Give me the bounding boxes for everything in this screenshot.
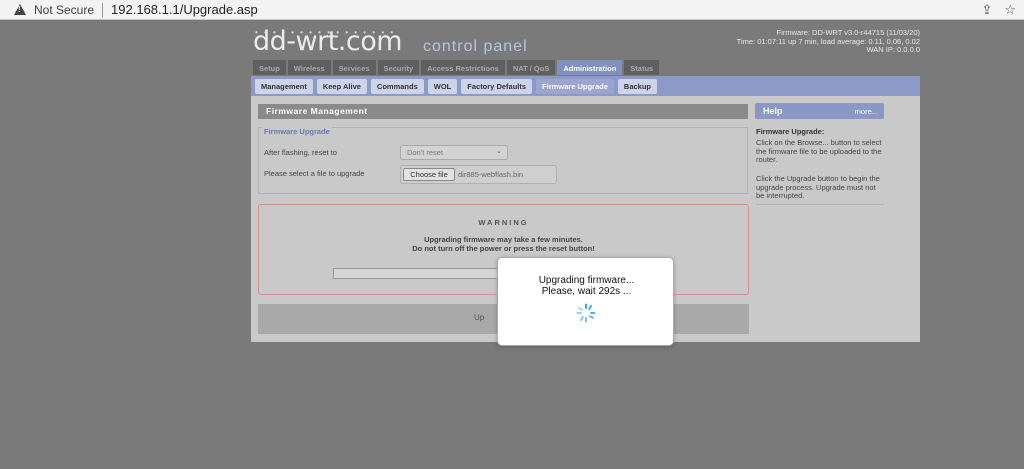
url-field[interactable]: 192.168.1.1/Upgrade.asp bbox=[111, 2, 258, 17]
firmware-info: Firmware: DD-WRT v3.0-r44715 (11/03/20) … bbox=[737, 28, 921, 55]
warning-line-2: Do not turn off the power or press the r… bbox=[412, 244, 595, 253]
modal-line-2: Please, wait 292s ... bbox=[541, 286, 632, 297]
control-panel-label: control panel bbox=[423, 38, 528, 55]
help-heading: Firmware Upgrade: bbox=[756, 127, 825, 136]
browser-address-bar: Not Secure 192.168.1.1/Upgrade.asp ⇪ ☆ bbox=[0, 0, 1024, 20]
tab-access-restrictions[interactable]: Access Restrictions bbox=[421, 60, 505, 75]
chevron-down-icon: ⌄ bbox=[496, 148, 502, 155]
choose-file-button[interactable]: Choose file bbox=[403, 168, 455, 181]
section-title: Firmware Management bbox=[258, 104, 748, 119]
subtab-management[interactable]: Management bbox=[255, 79, 313, 94]
upgrade-button[interactable]: Up bbox=[474, 313, 484, 322]
upgrade-modal: Upgrading firmware... Please, wait 292s … bbox=[497, 257, 674, 346]
modal-line-1: Upgrading firmware... bbox=[538, 275, 635, 286]
sub-tabs: Management Keep Alive Commands WOL Facto… bbox=[255, 79, 657, 94]
warning-text: Upgrading firmware may take a few minute… bbox=[258, 235, 749, 253]
help-title: Help bbox=[763, 106, 783, 116]
header: • • • • • • • • • • • • • • • • dd-wrt.c… bbox=[251, 22, 920, 60]
warning-triangle-icon bbox=[14, 4, 26, 15]
upgrade-progress-bar bbox=[333, 268, 498, 279]
main-tabs: Setup Wireless Services Security Access … bbox=[253, 60, 660, 75]
address-divider bbox=[102, 2, 104, 17]
tab-services[interactable]: Services bbox=[332, 60, 376, 75]
warning-title: WARNING bbox=[478, 218, 529, 227]
reset-select-value: Don't reset bbox=[407, 148, 444, 157]
fieldset-legend: Firmware Upgrade bbox=[262, 127, 332, 136]
subtab-backup[interactable]: Backup bbox=[617, 79, 657, 94]
help-divider bbox=[756, 204, 884, 205]
subtab-keep-alive[interactable]: Keep Alive bbox=[316, 79, 367, 94]
subtab-wol[interactable]: WOL bbox=[427, 79, 458, 94]
tab-status[interactable]: Status bbox=[624, 60, 660, 75]
subtab-commands[interactable]: Commands bbox=[370, 79, 424, 94]
logo: dd-wrt.com bbox=[253, 26, 403, 57]
help-paragraph-1: Click on the Browse... button to select … bbox=[756, 138, 882, 164]
share-icon[interactable]: ⇪ bbox=[981, 2, 992, 18]
file-label: Please select a file to upgrade bbox=[264, 169, 365, 178]
subtab-firmware-upgrade[interactable]: Firmware Upgrade bbox=[536, 79, 614, 94]
tab-administration[interactable]: Administration bbox=[557, 60, 623, 75]
help-more-link[interactable]: more... bbox=[855, 107, 878, 116]
selected-file-name: dir885-webflash.bin bbox=[458, 170, 524, 179]
modal-text: Upgrading firmware... Please, wait 292s … bbox=[498, 275, 675, 297]
security-indicator[interactable]: Not Secure bbox=[34, 3, 94, 17]
warning-line-1: Upgrading firmware may take a few minute… bbox=[424, 235, 583, 244]
reset-select[interactable]: Don't reset ⌄ bbox=[400, 145, 508, 160]
wan-ip: WAN IP: 0.0.0.0 bbox=[866, 45, 921, 54]
tab-nat-qos[interactable]: NAT / QoS bbox=[506, 60, 556, 75]
bookmark-star-icon[interactable]: ☆ bbox=[1004, 2, 1016, 18]
reset-label: After flashing, reset to bbox=[264, 148, 337, 157]
loading-spinner-icon bbox=[576, 303, 596, 323]
tab-security[interactable]: Security bbox=[377, 60, 420, 75]
help-paragraph-2: Click the Upgrade button to begin the up… bbox=[756, 174, 880, 200]
help-header: Help more... bbox=[755, 103, 884, 119]
tab-wireless[interactable]: Wireless bbox=[287, 60, 331, 75]
subtab-factory-defaults[interactable]: Factory Defaults bbox=[461, 79, 533, 94]
tab-setup[interactable]: Setup bbox=[253, 60, 286, 75]
